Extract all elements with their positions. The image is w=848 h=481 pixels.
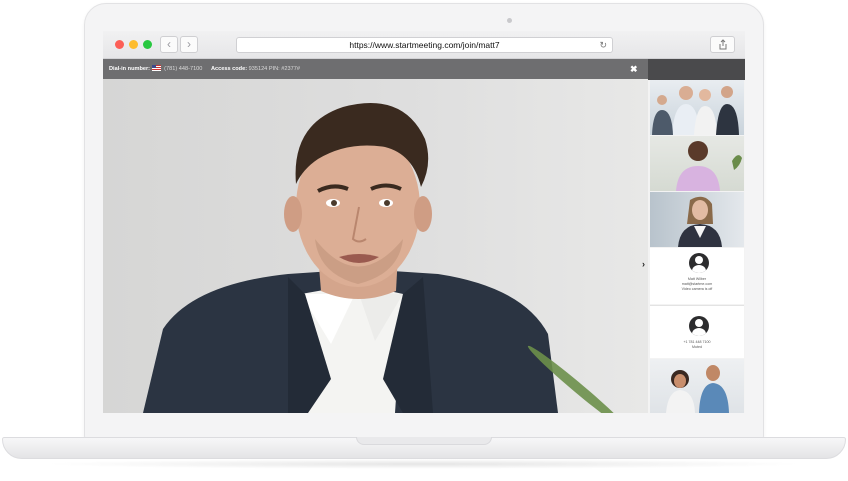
meeting-info-bar: Dial-in number: (781) 448-7100 Access co… <box>103 59 648 79</box>
participant-tile-pair[interactable] <box>650 359 744 413</box>
minimize-window-button[interactable] <box>129 40 138 49</box>
webcam-dot <box>507 18 512 23</box>
user-avatar-icon <box>689 253 709 273</box>
participant-tile-1[interactable]: Matt Wilber matt@startme.com Video camer… <box>650 248 744 304</box>
sidebar-header <box>648 59 745 80</box>
participant-status: Video camera is off <box>681 287 713 291</box>
pair-video <box>666 365 729 413</box>
participants-sidebar: Matt Wilber matt@startme.com Video camer… <box>648 80 745 413</box>
user-avatar-icon <box>689 316 709 336</box>
url-text: https://www.startmeeting.com/join/matt7 <box>349 40 500 50</box>
back-button[interactable]: ‹ <box>160 36 178 53</box>
participant-tile-woman[interactable] <box>650 192 744 247</box>
laptop-shadow <box>40 459 808 469</box>
close-window-button[interactable] <box>115 40 124 49</box>
laptop-screen: ‹ › https://www.startmeeting.com/join/ma… <box>103 31 745 413</box>
address-bar[interactable]: https://www.startmeeting.com/join/matt7 … <box>236 37 613 53</box>
dialin-label: Dial-in number: <box>109 66 151 72</box>
participant-tile-group[interactable] <box>650 80 744 135</box>
share-icon <box>719 39 727 50</box>
woman-video <box>678 196 722 247</box>
forward-button[interactable]: › <box>180 36 198 53</box>
close-icon[interactable]: ✖ <box>630 64 638 75</box>
access-code-value: 935124 PIN: #2377# <box>248 66 300 72</box>
participant-tile-man[interactable] <box>650 136 744 191</box>
share-button[interactable] <box>710 36 735 53</box>
dialin-number: (781) 448-7100 <box>164 66 203 72</box>
man-video <box>676 141 742 191</box>
chevron-right-icon[interactable]: › <box>642 259 645 269</box>
laptop-notch <box>356 437 492 445</box>
browser-toolbar: ‹ › https://www.startmeeting.com/join/ma… <box>103 31 745 59</box>
reload-icon[interactable]: ↻ <box>599 39 607 51</box>
participant-tile-2[interactable]: +1 781 448 7100 Muted <box>650 305 744 358</box>
maximize-window-button[interactable] <box>143 40 152 49</box>
group-video <box>652 86 739 135</box>
main-video-feed <box>103 79 648 413</box>
participant-status: Muted <box>692 345 702 349</box>
us-flag-icon <box>151 65 161 71</box>
speaker-video <box>143 103 558 413</box>
access-code-label: Access code: <box>210 66 248 72</box>
